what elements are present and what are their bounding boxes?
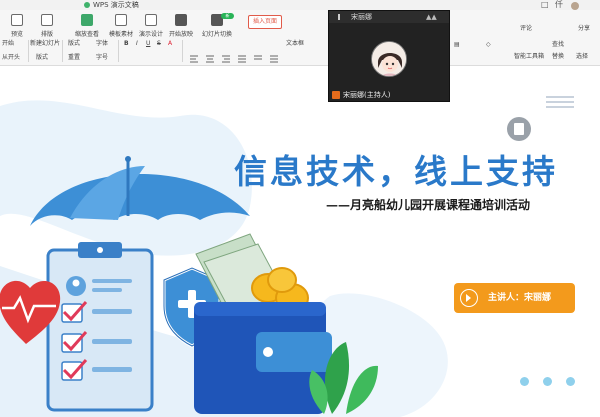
divider <box>182 40 183 62</box>
speaker-label: 主讲人：宋丽娜 <box>488 293 552 303</box>
microphone-icon[interactable] <box>332 91 340 99</box>
tool-font[interactable]: 字体 <box>96 38 108 50</box>
video-participant-name: 宋丽娜 <box>351 13 372 21</box>
pagination-dot[interactable] <box>520 377 529 386</box>
app-logo-icon <box>84 2 90 8</box>
slide-canvas[interactable]: 信息技术，线上支持 ——月亮船幼儿园开展课程通培训活动 主讲人：宋丽娜 <box>0 66 600 417</box>
divider <box>28 40 29 62</box>
speaker-button[interactable]: 主讲人：宋丽娜 <box>454 283 575 313</box>
video-title-bar: 宋丽娜 ▲▲ <box>329 11 449 23</box>
tool-textbox[interactable]: 文本框 <box>286 38 304 50</box>
expand-icon[interactable]: ▲▲ <box>426 13 437 21</box>
menu-lines-icon <box>546 96 576 110</box>
select-button[interactable]: 选择 <box>576 52 588 62</box>
ribbon-row-paragraph: 从开头 版式 重置 字号 <box>0 52 600 65</box>
avatar-face-icon <box>372 42 406 76</box>
share-button[interactable]: 分享 <box>578 24 590 34</box>
ribbon-button-play[interactable]: 开始放映 <box>166 12 196 40</box>
replace-button[interactable]: 替换 <box>552 52 564 62</box>
tool-layout[interactable]: 版式 <box>68 38 80 50</box>
tool-font-size[interactable]: 字号 <box>96 52 108 64</box>
file-icon <box>11 14 23 26</box>
pagination-dot[interactable] <box>543 377 552 386</box>
layout-icon <box>41 14 53 26</box>
divider <box>118 40 119 62</box>
alignment-icons[interactable] <box>188 54 308 64</box>
video-footer: 宋丽娜(主持人) <box>329 89 449 101</box>
smart-tools-button[interactable]: 智能工具箱 <box>514 52 544 62</box>
slide-subtitle: ——月亮船幼儿园开展课程通培训活动 <box>326 198 531 212</box>
window-title-text: WPS 演示文稿 <box>93 1 139 9</box>
user-avatar[interactable] <box>571 2 579 10</box>
window-title: WPS 演示文稿 <box>84 0 139 10</box>
ribbon-button-layout[interactable]: 排版 <box>32 12 62 40</box>
italic-button[interactable]: I <box>136 38 138 50</box>
slide-title: 信息技术，线上支持 <box>234 152 558 191</box>
ribbon-button-zoom[interactable]: 缩放查看 <box>72 12 102 40</box>
maximize-window-icon[interactable]: 仟 <box>555 1 563 9</box>
comments-button[interactable]: 评论 <box>520 24 532 34</box>
insert-page-button[interactable]: 插入页面 <box>248 15 282 29</box>
tool-new-slide[interactable]: 新建幻灯片 <box>30 38 60 50</box>
play-icon <box>175 14 187 26</box>
video-call-window[interactable]: 宋丽娜 ▲▲ 宋丽娜(主持人) <box>328 10 450 102</box>
tool-shapes[interactable]: ◇ <box>486 40 491 50</box>
divider <box>62 40 63 62</box>
pin-icon[interactable] <box>338 14 340 20</box>
design-icon <box>145 14 157 26</box>
restore-window-icon[interactable]: □ <box>541 1 549 9</box>
new-badge: 新 <box>221 13 234 19</box>
ribbon-row-format: 开始 新建幻灯片 版式 字体 B I U S A 文本框 <box>0 38 600 52</box>
underline-button[interactable]: U <box>146 38 150 50</box>
pagination-dot[interactable] <box>566 377 575 386</box>
ribbon-toolbar: WPS 演示文稿 □ 仟 预览 排版 缩放查看 模板素材 演示设计 开始放映 幻… <box>0 0 600 66</box>
tool-textbox-right[interactable]: ▤ <box>454 40 460 50</box>
strike-button[interactable]: S <box>157 38 161 50</box>
template-icon <box>115 14 127 26</box>
tool-home[interactable]: 开始 <box>2 38 14 50</box>
play-circle-icon <box>460 289 478 307</box>
participant-avatar <box>371 41 407 77</box>
font-color-button[interactable]: A <box>168 38 172 50</box>
tool-layout-2[interactable]: 版式 <box>36 52 48 64</box>
find-button[interactable]: 查找 <box>552 40 564 50</box>
tool-reset[interactable]: 重置 <box>68 52 80 64</box>
slide-background-art <box>0 66 600 417</box>
tool-from-start[interactable]: 从开头 <box>2 52 20 64</box>
bookmark-icon <box>507 117 531 141</box>
wps-window: WPS 演示文稿 □ 仟 预览 排版 缩放查看 模板素材 演示设计 开始放映 幻… <box>0 0 600 417</box>
zoom-icon <box>81 14 93 26</box>
bold-button[interactable]: B <box>124 38 129 50</box>
video-host-name: 宋丽娜(主持人) <box>343 91 391 99</box>
